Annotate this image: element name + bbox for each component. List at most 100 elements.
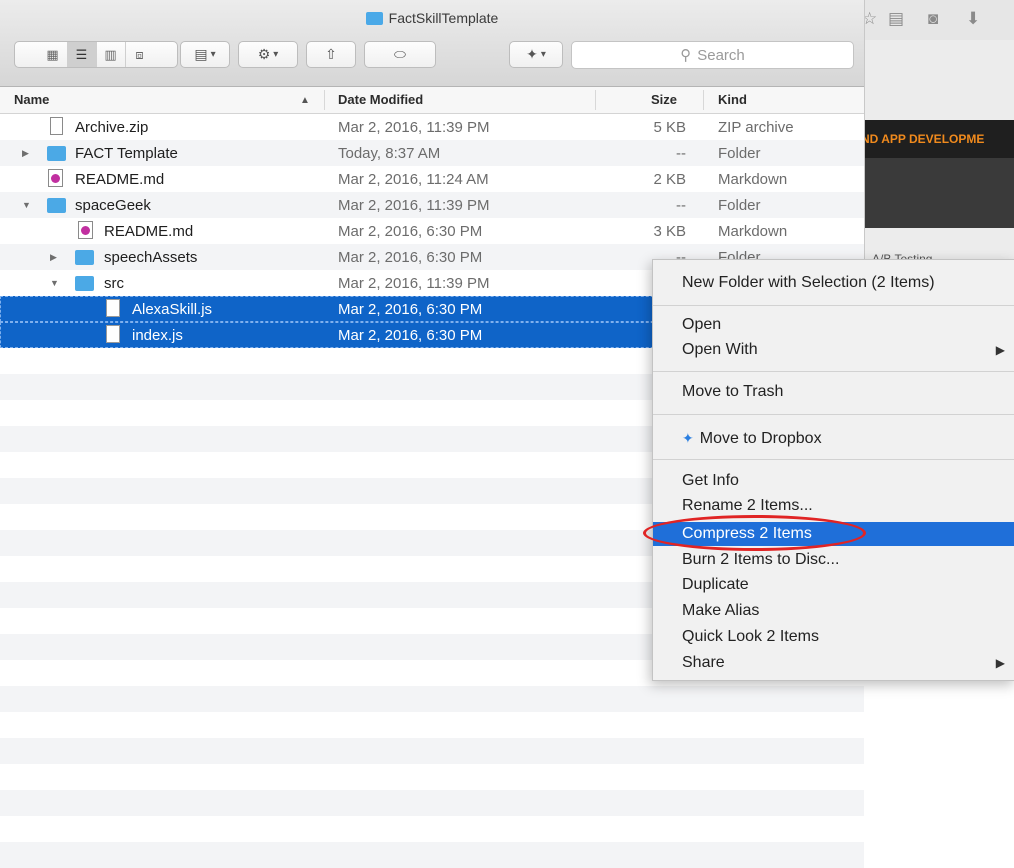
name-column-header[interactable]: Name	[14, 92, 49, 107]
share-icon: ⇧	[325, 46, 337, 62]
menu-item-label: Open With	[682, 341, 758, 358]
menu-item-new-folder[interactable]: New Folder with Selection (2 Items)	[653, 271, 1014, 295]
folder-icon	[47, 198, 66, 213]
folder-icon	[75, 276, 94, 291]
dropbox-icon: ✦	[526, 46, 538, 62]
gear-icon: ⚙	[257, 46, 271, 62]
table-row[interactable]: ▶ FACT Template Today, 8:37 AM -- Folder	[0, 140, 864, 166]
file-name: README.md	[75, 171, 165, 188]
size-column-header[interactable]: Size	[651, 92, 677, 107]
menu-item-open-with[interactable]: Open With ▶	[653, 338, 1014, 362]
menu-item-burn[interactable]: Burn 2 Items to Disc...	[653, 548, 1014, 572]
download-icon[interactable]: ⬇	[966, 10, 980, 28]
empty-row	[0, 816, 864, 842]
dropbox-icon: ✦	[682, 430, 694, 446]
file-date: Mar 2, 2016, 11:39 PM	[338, 275, 490, 292]
markdown-file-icon	[78, 221, 93, 239]
chevron-down-icon: ▾	[273, 49, 279, 60]
disclosure-right-icon[interactable]: ▶	[50, 252, 57, 263]
table-row[interactable]: README.md Mar 2, 2016, 6:30 PM 3 KB Mark…	[0, 218, 864, 244]
js-file-icon	[106, 325, 120, 343]
file-date: Mar 2, 2016, 11:39 PM	[338, 119, 490, 136]
menu-item-open[interactable]: Open	[653, 313, 1014, 337]
sort-ascending-icon[interactable]: ▲	[300, 95, 310, 106]
context-menu: New Folder with Selection (2 Items) Open…	[652, 259, 1014, 681]
file-date: Mar 2, 2016, 11:24 AM	[338, 171, 489, 188]
menu-item-get-info[interactable]: Get Info	[653, 469, 1014, 493]
share-button[interactable]: ⇧	[306, 41, 356, 68]
dropbox-button[interactable]: ✦ ▾	[509, 41, 563, 68]
window-title-text: FactSkillTemplate	[388, 10, 499, 26]
submenu-arrow-icon: ▶	[995, 343, 1005, 357]
menu-separator	[653, 414, 1014, 415]
file-date: Mar 2, 2016, 11:39 PM	[338, 197, 490, 214]
file-size: 2 KB	[653, 171, 686, 188]
empty-row	[0, 738, 864, 764]
window-title: FactSkillTemplate	[0, 10, 864, 26]
file-name: AlexaSkill.js	[132, 301, 213, 318]
zip-file-icon	[50, 117, 63, 135]
folder-icon	[47, 146, 66, 161]
file-size: 3 KB	[653, 223, 686, 240]
action-button[interactable]: ⚙ ▾	[238, 41, 298, 68]
empty-row	[0, 712, 864, 738]
file-name: README.md	[104, 223, 194, 240]
tag-button[interactable]: ⬭	[364, 41, 436, 68]
column-divider	[703, 90, 704, 110]
file-kind: ZIP archive	[718, 119, 794, 136]
file-kind: Markdown	[718, 223, 788, 240]
file-name: index.js	[132, 327, 183, 344]
coverflow-view-icon[interactable]: ⧈	[126, 42, 154, 67]
file-name: src	[104, 275, 124, 292]
table-row[interactable]: Archive.zip Mar 2, 2016, 11:39 PM 5 KB Z…	[0, 114, 864, 140]
date-column-header[interactable]: Date Modified	[338, 92, 423, 107]
file-date: Mar 2, 2016, 6:30 PM	[338, 223, 483, 240]
file-kind: Markdown	[718, 171, 788, 188]
search-placeholder: Search	[697, 46, 745, 64]
menu-item-quick-look[interactable]: Quick Look 2 Items	[653, 625, 1014, 649]
column-divider	[324, 90, 325, 110]
table-row[interactable]: ▼ spaceGeek Mar 2, 2016, 11:39 PM -- Fol…	[0, 192, 864, 218]
file-date: Mar 2, 2016, 6:30 PM	[338, 301, 483, 318]
file-kind: Folder	[718, 197, 761, 214]
menu-item-compress[interactable]: Compress 2 Items	[653, 522, 1014, 546]
view-mode-control[interactable]: ▦ ☰ ▥ ⧈	[14, 41, 178, 68]
disclosure-down-icon[interactable]: ▼	[50, 278, 59, 288]
pocket-icon[interactable]: ◙	[928, 10, 938, 28]
kind-column-header[interactable]: Kind	[718, 92, 747, 107]
tag-icon: ⬭	[394, 46, 406, 62]
column-view-icon[interactable]: ▥	[97, 42, 126, 67]
column-divider	[595, 90, 596, 110]
menu-item-label: Move to Dropbox	[699, 430, 822, 447]
menu-item-rename[interactable]: Rename 2 Items...	[653, 494, 1014, 518]
disclosure-right-icon[interactable]: ▶	[22, 148, 29, 159]
file-name: Archive.zip	[75, 119, 149, 136]
file-name: spaceGeek	[75, 197, 151, 214]
search-icon: ⚲	[680, 47, 692, 64]
table-row[interactable]: README.md Mar 2, 2016, 11:24 AM 2 KB Mar…	[0, 166, 864, 192]
folder-icon	[75, 250, 94, 265]
list-view-icon[interactable]: ☰	[67, 42, 97, 67]
file-name: speechAssets	[104, 249, 198, 266]
menu-item-make-alias[interactable]: Make Alias	[653, 599, 1014, 623]
icon-view-icon[interactable]: ▦	[39, 42, 68, 67]
menu-separator	[653, 371, 1014, 372]
menu-item-move-to-dropbox[interactable]: ✦ Move to Dropbox	[653, 426, 1014, 450]
js-file-icon	[106, 299, 120, 317]
menu-separator	[653, 305, 1014, 306]
file-size: 5 KB	[653, 119, 686, 136]
arrange-button[interactable]: ▤ ▾	[180, 41, 230, 68]
menu-item-duplicate[interactable]: Duplicate	[653, 573, 1014, 597]
file-size: --	[676, 197, 686, 214]
empty-row	[0, 764, 864, 790]
reading-list-icon[interactable]: ▤	[888, 10, 904, 28]
menu-item-share[interactable]: Share ▶	[653, 651, 1014, 675]
search-field[interactable]: ⚲ Search	[571, 41, 854, 69]
empty-row	[0, 842, 864, 868]
menu-item-move-to-trash[interactable]: Move to Trash	[653, 380, 1014, 404]
file-size: --	[676, 145, 686, 162]
file-date: Mar 2, 2016, 6:30 PM	[338, 327, 483, 344]
grid-icon: ▤	[194, 46, 208, 62]
folder-icon	[365, 12, 383, 25]
disclosure-down-icon[interactable]: ▼	[22, 200, 31, 210]
